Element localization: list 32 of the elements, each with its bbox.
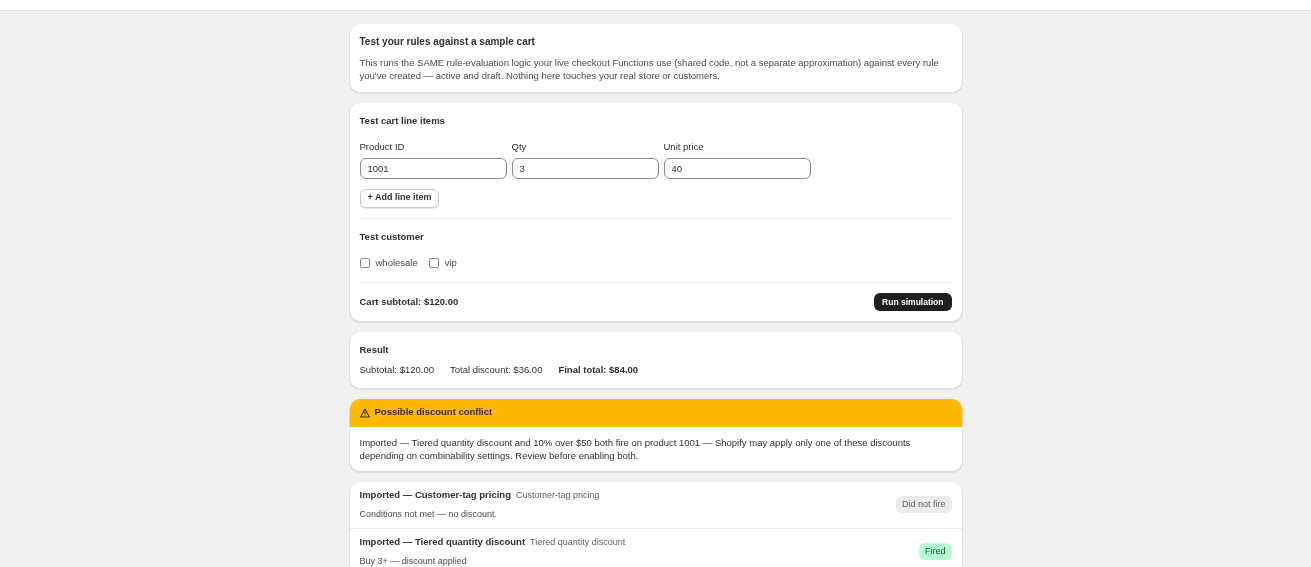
- section-title: Test cart line items: [359, 114, 446, 128]
- cart-subtotal: Cart subtotal: $120.00: [359, 294, 459, 309]
- warning-message: Imported — Tiered quantity discount and 10% over $50 both fire on product 1001 — Shopify may apply only one of these discounts depending on combinability settings. Review before enabling both.: [358, 435, 912, 463]
- field-label: Qty: [511, 140, 528, 155]
- warning-title: Possible discount conflict: [374, 405, 493, 420]
- text-field[interactable]: 1001: [359, 157, 507, 179]
- final-total-text: Final total: $84.00: [558, 363, 639, 378]
- rule-type: Customer-tag pricing: [516, 489, 600, 502]
- text-field[interactable]: 3: [511, 157, 659, 179]
- field-label: Product ID: [359, 140, 406, 155]
- section-title: Test customer: [359, 229, 425, 244]
- section-title: Result: [359, 343, 390, 357]
- run-simulation-button[interactable]: Run simulation: [874, 293, 952, 311]
- field-label: Unit price: [663, 140, 705, 155]
- checkbox[interactable]: [428, 257, 439, 268]
- rule-name: Imported — Customer-tag pricing: [359, 488, 511, 502]
- status-badge: Fired: [919, 542, 952, 561]
- warning-icon: [359, 407, 370, 418]
- rule-detail: Buy 3+ — discount applied: [359, 554, 468, 567]
- intro-description: This runs the SAME rule-evaluation logic your live checkout Functions use (shared code, not a separate approximation) against every rule you've created — active and draft. Nothing here touches your real store or customers.: [359, 56, 940, 82]
- status-badge: Did not fire: [895, 495, 952, 514]
- rule-detail: Conditions not met — no discount.: [359, 507, 499, 521]
- rule-name: Imported — Tiered quantity discount: [359, 535, 526, 549]
- text-field[interactable]: 40: [663, 157, 811, 179]
- add-line-item-button[interactable]: + Add line item: [359, 188, 440, 208]
- subtotal-text: Subtotal: $120.00: [359, 363, 434, 378]
- discount-text: Total discount: $36.00: [450, 363, 543, 378]
- rule-type: Tiered quantity discount: [530, 536, 626, 549]
- checkbox-label: wholesale: [375, 255, 418, 270]
- checkbox[interactable]: [359, 257, 370, 268]
- card-title: Test your rules against a sample cart: [359, 35, 536, 49]
- checkbox-label: vip: [444, 255, 457, 270]
